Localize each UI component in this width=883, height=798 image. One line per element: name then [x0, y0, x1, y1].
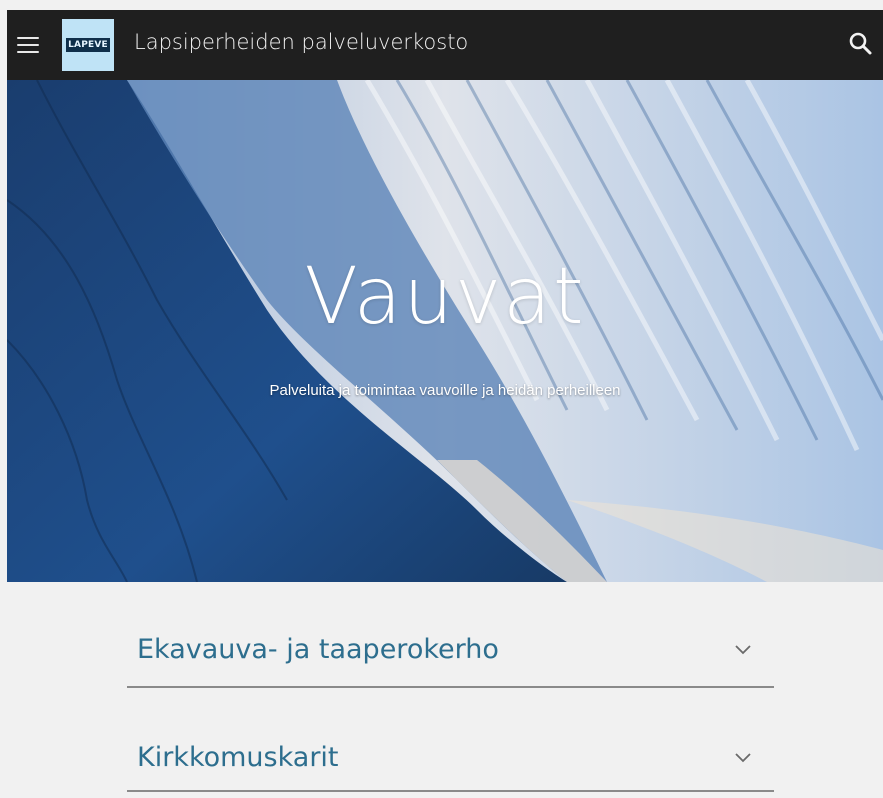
chevron-down-icon[interactable]	[734, 752, 752, 764]
accordion-item-label: Ekavauva- ja taaperokerho	[137, 634, 499, 665]
site-logo[interactable]: LAPEVE	[62, 19, 114, 71]
accordion-item[interactable]: Kirkkomuskarit	[127, 688, 774, 792]
top-bar: LAPEVE Lapsiperheiden palveluverkosto	[7, 10, 883, 80]
page-subtitle: Palveluita ja toimintaa vauvoille ja hei…	[269, 382, 621, 399]
page-title: Vauvat	[304, 252, 586, 342]
chevron-down-icon[interactable]	[734, 644, 752, 656]
page: LAPEVE Lapsiperheiden palveluverkosto Va…	[0, 0, 883, 798]
logo-text: LAPEVE	[66, 38, 110, 52]
accordion-item-label: Kirkkomuskarit	[137, 742, 339, 773]
accordion-item[interactable]: Ekavauva- ja taaperokerho	[127, 608, 774, 688]
site-title[interactable]: Lapsiperheiden palveluverkosto	[134, 30, 468, 54]
hero-banner: Vauvat Palveluita ja toimintaa vauvoille…	[7, 80, 883, 582]
accordion: Ekavauva- ja taaperokerho Kirkkomuskarit	[127, 608, 774, 792]
menu-icon[interactable]	[17, 32, 43, 58]
search-icon[interactable]	[847, 30, 875, 58]
